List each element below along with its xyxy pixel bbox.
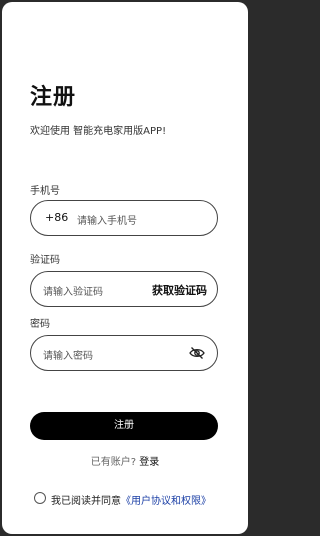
code-label: 验证码 <box>30 255 60 266</box>
phone-field[interactable]: +86 请输入手机号 <box>30 200 218 236</box>
phone-label: 手机号 <box>30 186 60 197</box>
country-code-prefix[interactable]: +86 <box>45 211 68 224</box>
login-link[interactable]: 登录 <box>139 457 159 468</box>
code-field[interactable]: 请输入验证码 获取验证码 <box>30 271 218 307</box>
page-subtitle: 欢迎使用 智能充电家用版APP! <box>30 126 167 137</box>
password-field[interactable]: 请输入密码 <box>30 335 218 371</box>
code-input-placeholder[interactable]: 请输入验证码 <box>43 283 103 298</box>
get-code-button[interactable]: 获取验证码 <box>152 282 207 298</box>
password-label: 密码 <box>30 319 50 330</box>
agreement-radio[interactable] <box>34 492 46 504</box>
password-input-placeholder[interactable]: 请输入密码 <box>43 347 93 362</box>
page-title: 注册 <box>30 85 77 110</box>
register-screen: 注册 欢迎使用 智能充电家用版APP! 手机号 +86 请输入手机号 验证码 请… <box>2 2 248 534</box>
login-row: 已有账户? 登录 <box>2 453 248 468</box>
have-account-text: 已有账户? <box>90 457 137 468</box>
eye-off-icon[interactable] <box>189 346 205 360</box>
agreement-prefix: 我已阅读并同意 <box>51 496 121 507</box>
user-agreement-link[interactable]: 《用户协议和权限》 <box>121 496 211 507</box>
phone-input-placeholder[interactable]: 请输入手机号 <box>77 212 137 227</box>
register-button[interactable]: 注册 <box>30 412 218 440</box>
agreement-text: 我已阅读并同意《用户协议和权限》 <box>51 492 211 507</box>
